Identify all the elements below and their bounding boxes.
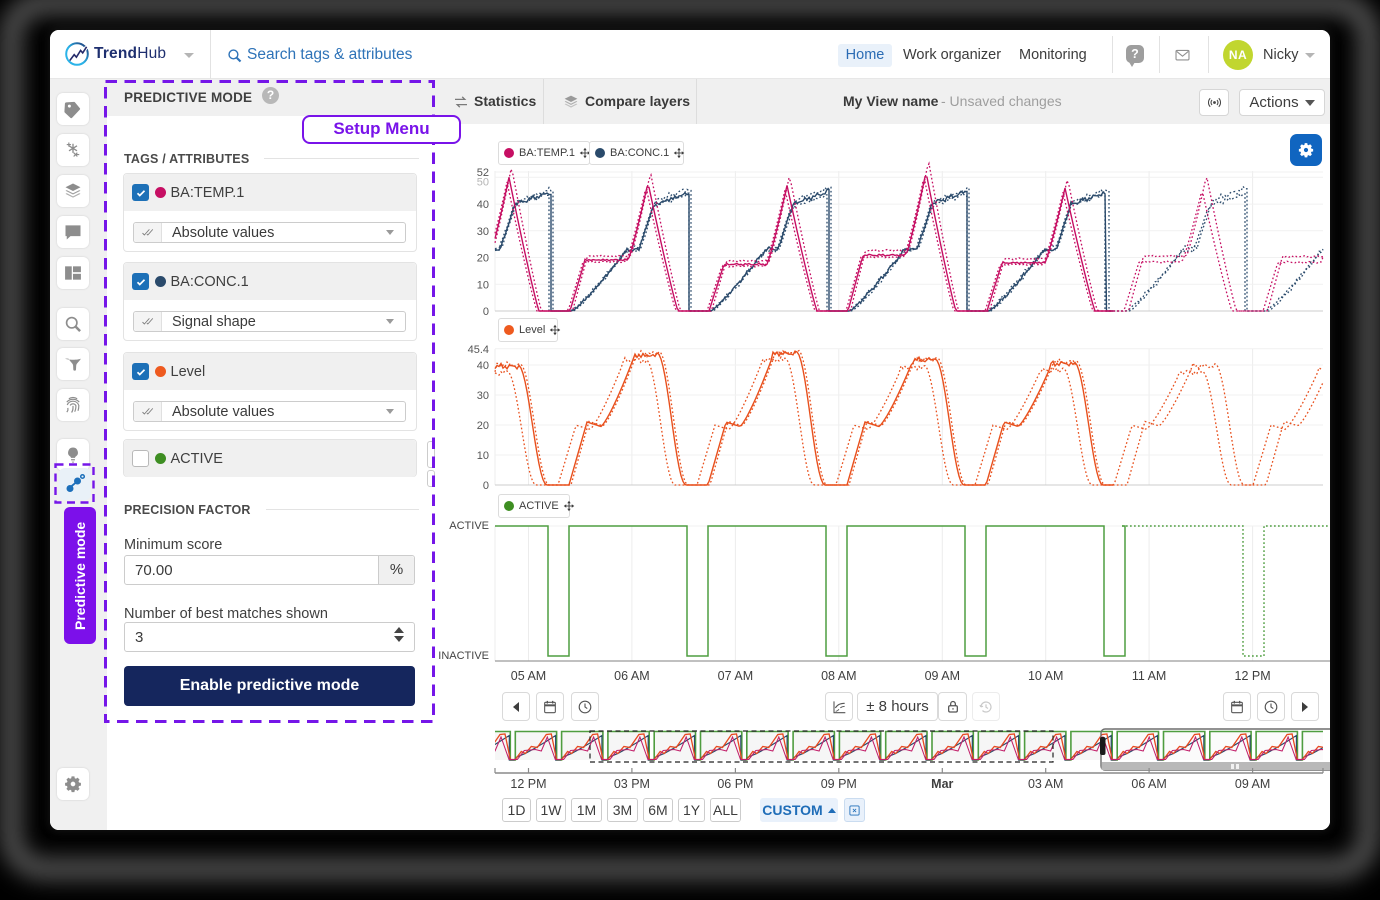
svg-text:50: 50 bbox=[477, 176, 489, 188]
svg-text:0: 0 bbox=[483, 306, 489, 318]
svg-text:30: 30 bbox=[477, 226, 489, 238]
svg-text:06 AM: 06 AM bbox=[614, 669, 649, 683]
svg-text:20: 20 bbox=[477, 253, 489, 265]
svg-text:40: 40 bbox=[477, 199, 489, 211]
svg-text:12 PM: 12 PM bbox=[510, 777, 546, 791]
svg-text:08 AM: 08 AM bbox=[821, 669, 856, 683]
svg-text:10: 10 bbox=[477, 279, 489, 291]
svg-text:10: 10 bbox=[477, 450, 489, 462]
svg-text:09 PM: 09 PM bbox=[821, 777, 857, 791]
svg-text:Mar: Mar bbox=[931, 777, 953, 791]
svg-text:0: 0 bbox=[483, 480, 489, 492]
svg-text:45.4: 45.4 bbox=[468, 344, 489, 356]
svg-text:06 AM: 06 AM bbox=[1131, 777, 1166, 791]
svg-text:20: 20 bbox=[477, 420, 489, 432]
svg-text:09 AM: 09 AM bbox=[925, 669, 960, 683]
svg-text:ACTIVE: ACTIVE bbox=[449, 520, 489, 532]
svg-text:30: 30 bbox=[477, 390, 489, 402]
svg-text:06 PM: 06 PM bbox=[717, 777, 753, 791]
svg-text:07 AM: 07 AM bbox=[718, 669, 753, 683]
svg-text:03 AM: 03 AM bbox=[1028, 777, 1063, 791]
svg-text:INACTIVE: INACTIVE bbox=[438, 650, 489, 662]
svg-text:10 AM: 10 AM bbox=[1028, 669, 1063, 683]
svg-text:40: 40 bbox=[477, 360, 489, 372]
svg-text:05 AM: 05 AM bbox=[511, 669, 546, 683]
svg-text:09 AM: 09 AM bbox=[1235, 777, 1270, 791]
svg-text:11 AM: 11 AM bbox=[1132, 669, 1167, 683]
svg-text:03 PM: 03 PM bbox=[614, 777, 650, 791]
svg-text:12 PM: 12 PM bbox=[1235, 669, 1271, 683]
